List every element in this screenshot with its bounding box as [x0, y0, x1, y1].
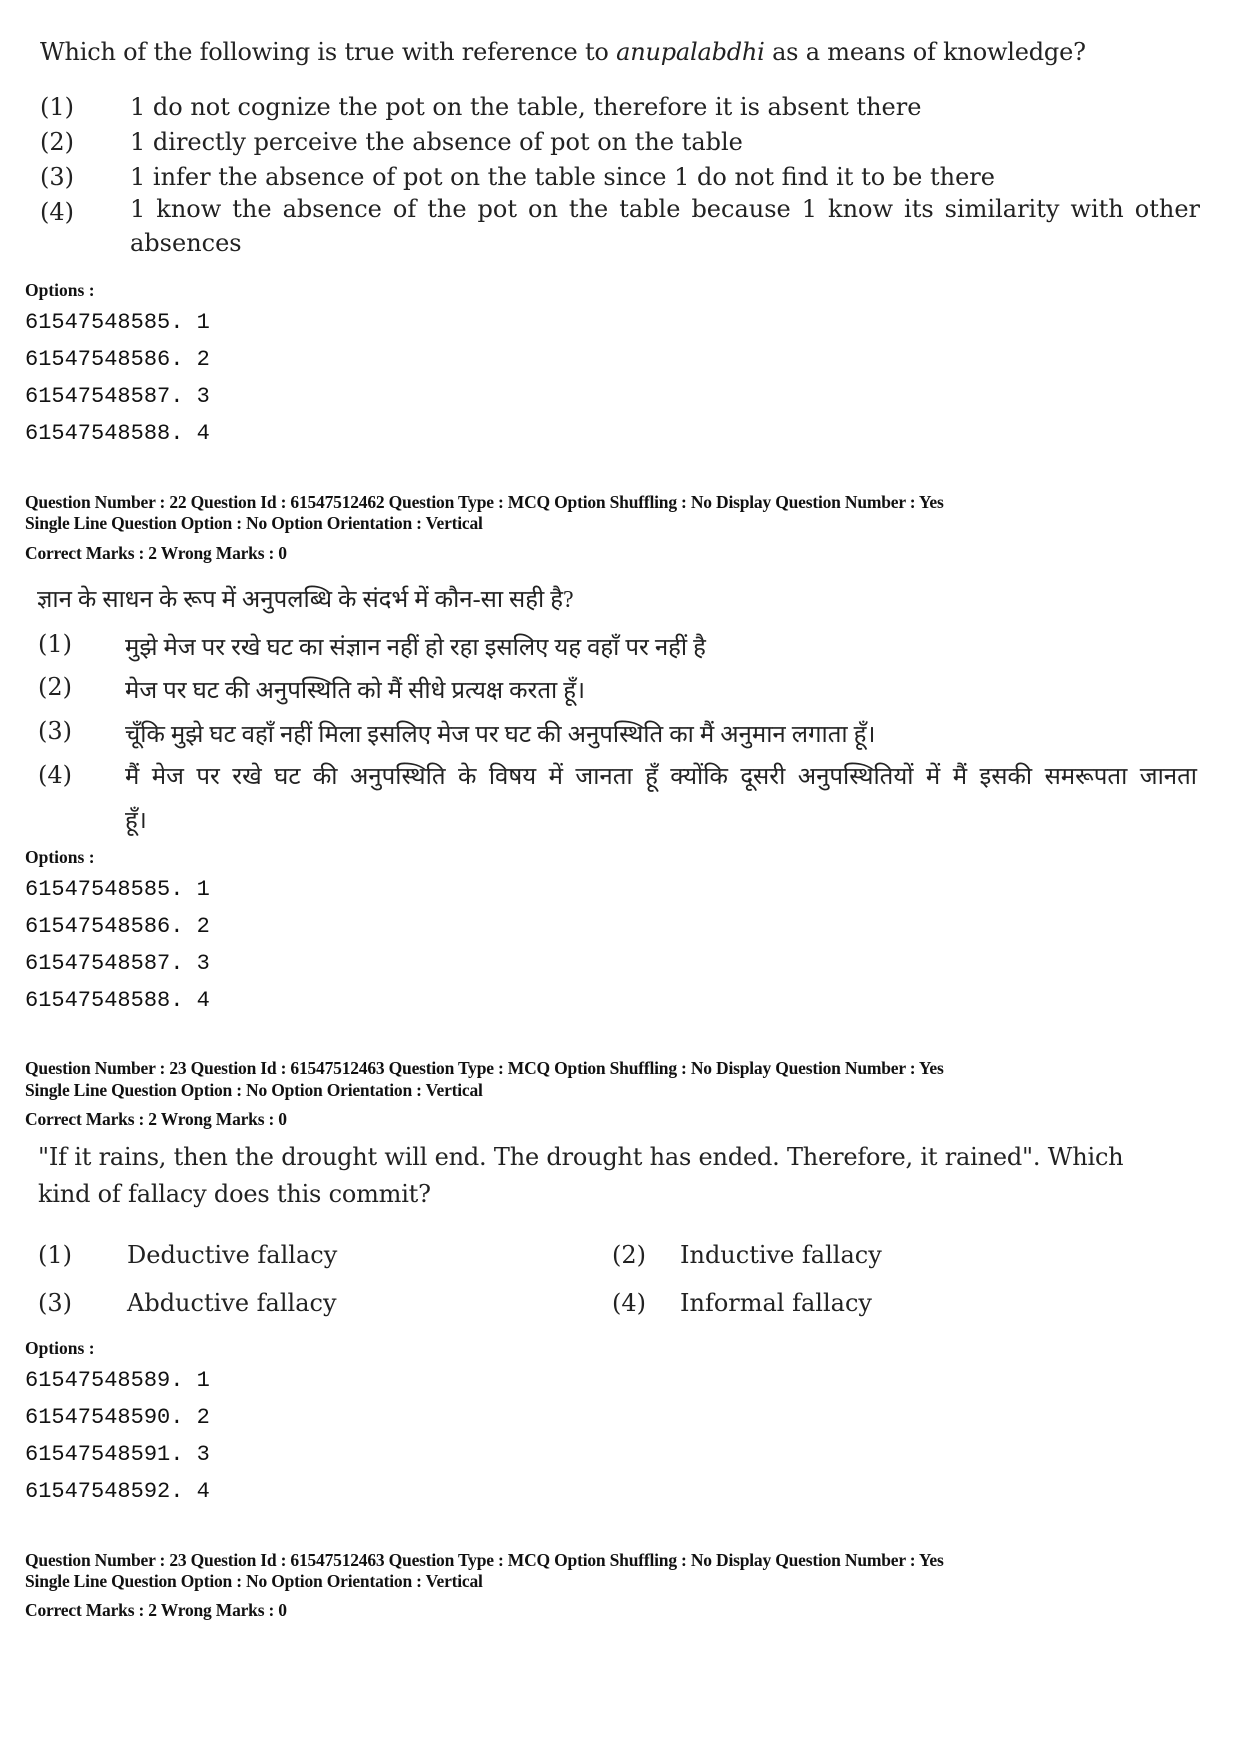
question-text: Which of the following is true with refe…: [40, 38, 1086, 66]
option-id: 61547548589. 1: [25, 1368, 210, 1393]
choice-number: (2): [38, 673, 72, 701]
option-id: 61547548586. 2: [25, 914, 210, 939]
question-meta-line-1: Question Number : 23 Question Id : 61547…: [25, 1058, 944, 1078]
choice-text: Deductive fallacy: [127, 1241, 338, 1269]
options-label: Options :: [25, 1338, 95, 1358]
question-marks: Correct Marks : 2 Wrong Marks : 0: [25, 543, 287, 563]
option-id: 61547548590. 2: [25, 1405, 210, 1430]
choice-text: Informal fallacy: [680, 1289, 872, 1317]
choice-number: (2): [612, 1241, 646, 1269]
choice-number: (2): [40, 128, 74, 156]
question-meta-line-1: Question Number : 22 Question Id : 61547…: [25, 492, 944, 512]
question-meta-line-2: Single Line Question Option : No Option …: [25, 513, 483, 533]
option-id: 61547548588. 4: [25, 988, 210, 1013]
option-id: 61547548592. 4: [25, 1479, 210, 1504]
choice-text: मुझे मेज पर रखे घट का संज्ञान नहीं हो रह…: [125, 635, 706, 661]
choice-number: (3): [40, 163, 74, 191]
choice-text: Abductive fallacy: [127, 1289, 337, 1317]
choice-text: Inductive fallacy: [680, 1241, 882, 1269]
option-id: 61547548587. 3: [25, 384, 210, 409]
option-id: 61547548585. 1: [25, 877, 210, 902]
question-text-line-1: "If it rains, then the drought will end.…: [38, 1143, 1124, 1171]
option-id: 61547548588. 4: [25, 421, 210, 446]
choice-number: (1): [38, 1241, 72, 1269]
choice-text: मेज पर घट की अनुपस्थिति को मैं सीधे प्रत…: [125, 678, 586, 704]
question-text-pre: Which of the following is true with refe…: [40, 38, 617, 66]
choice-number: (4): [40, 198, 74, 226]
question-text-line-2: kind of fallacy does this commit?: [38, 1180, 431, 1208]
question-meta-line-1: Question Number : 23 Question Id : 61547…: [25, 1550, 944, 1570]
option-id: 61547548587. 3: [25, 951, 210, 976]
option-id: 61547548591. 3: [25, 1442, 210, 1467]
choice-text: 1 know the absence of the pot on the tab…: [130, 195, 1200, 257]
choice-number: (1): [40, 93, 74, 121]
question-meta-line-2: Single Line Question Option : No Option …: [25, 1571, 483, 1591]
option-id: 61547548586. 2: [25, 347, 210, 372]
choice-number: (4): [38, 761, 72, 789]
question-text-post: as a means of knowledge?: [764, 38, 1086, 66]
option-id: 61547548585. 1: [25, 310, 210, 335]
options-label: Options :: [25, 280, 95, 300]
choice-number: (4): [612, 1289, 646, 1317]
choice-text: 1 do not cognize the pot on the table, t…: [130, 93, 922, 121]
question-text-hindi: ज्ञान के साधन के रूप में अनुपलब्धि के सं…: [37, 587, 574, 613]
question-term-italic: anupalabdhi: [616, 38, 765, 66]
options-label: Options :: [25, 847, 95, 867]
choice-text: 1 directly perceive the absence of pot o…: [130, 128, 743, 156]
choice-number: (3): [38, 1289, 72, 1317]
choice-text: 1 infer the absence of pot on the table …: [130, 163, 995, 191]
choice-number: (1): [38, 630, 72, 658]
question-meta-line-2: Single Line Question Option : No Option …: [25, 1080, 483, 1100]
choice-number: (3): [38, 717, 72, 745]
choice-text: मैं मेज पर रखे घट की अनुपस्थिति के विषय …: [125, 764, 1197, 834]
question-marks: Correct Marks : 2 Wrong Marks : 0: [25, 1109, 287, 1129]
question-marks: Correct Marks : 2 Wrong Marks : 0: [25, 1600, 287, 1620]
choice-text: चूँकि मुझे घट वहाँ नहीं मिला इसलिए मेज प…: [125, 722, 876, 748]
